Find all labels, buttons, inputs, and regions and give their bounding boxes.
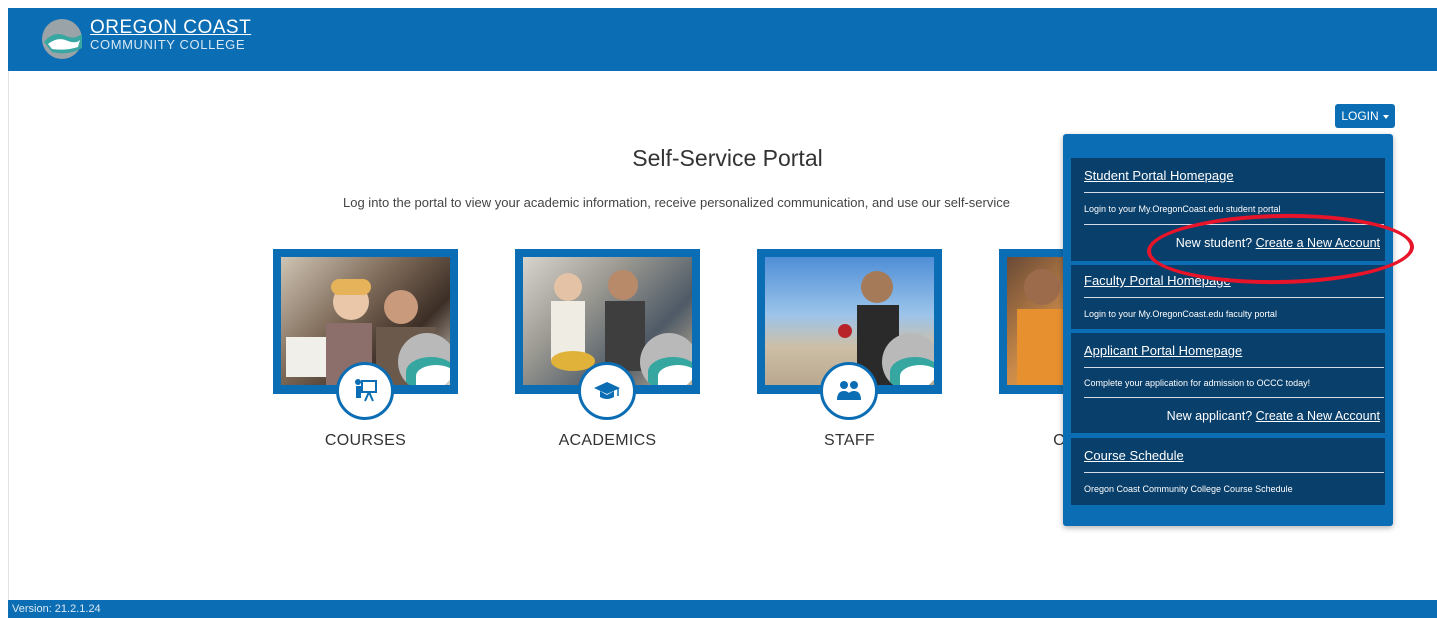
staff-label[interactable]: STAFF [757, 432, 942, 450]
login-button[interactable]: LOGIN [1335, 104, 1395, 128]
student-portal-panel: Student Portal Homepage Login to your My… [1071, 158, 1385, 261]
left-divider [8, 71, 9, 600]
caret-down-icon [1382, 115, 1389, 119]
page-title: Self-Service Portal [632, 145, 823, 171]
new-applicant-prompt: New applicant? [1166, 409, 1253, 423]
faculty-portal-panel: Faculty Portal Homepage Login to your My… [1071, 265, 1385, 329]
student-portal-link[interactable]: Student Portal Homepage [1084, 168, 1234, 183]
divider [1084, 297, 1384, 298]
student-portal-description: Login to your My.OregonCoast.edu student… [1084, 204, 1281, 214]
graduation-cap-icon [578, 362, 636, 420]
logo-line-2: COMMUNITY COLLEGE [90, 37, 246, 52]
people-icon [820, 362, 878, 420]
divider [1084, 397, 1384, 398]
courses-label[interactable]: COURSES [273, 432, 458, 450]
college-name[interactable]: OREGON COAST COMMUNITY COLLEGE [90, 18, 251, 52]
presentation-icon [336, 362, 394, 420]
applicant-portal-panel: Applicant Portal Homepage Complete your … [1071, 333, 1385, 433]
course-schedule-link[interactable]: Course Schedule [1084, 448, 1184, 463]
faculty-portal-link[interactable]: Faculty Portal Homepage [1084, 273, 1231, 288]
applicant-portal-description: Complete your application for admission … [1084, 378, 1311, 388]
new-student-prompt: New student? [1175, 236, 1253, 250]
create-student-account-link[interactable]: Create a New Account [1256, 236, 1380, 250]
faculty-portal-description: Login to your My.OregonCoast.edu faculty… [1084, 309, 1277, 319]
header-bar: OREGON COAST COMMUNITY COLLEGE [8, 8, 1437, 71]
create-applicant-account-link[interactable]: Create a New Account [1256, 409, 1380, 423]
divider [1084, 472, 1384, 473]
page-subtitle: Log into the portal to view your academi… [343, 195, 1010, 210]
new-applicant-row: New applicant? Create a New Account [1167, 409, 1380, 423]
logo-swirl-icon [882, 333, 934, 385]
logo-swirl-icon [398, 333, 450, 385]
login-dropdown-menu: Student Portal Homepage Login to your My… [1063, 134, 1393, 526]
divider [1084, 367, 1384, 368]
college-logo-icon[interactable] [38, 18, 86, 60]
login-label: LOGIN [1341, 109, 1379, 123]
page: OREGON COAST COMMUNITY COLLEGE LOGIN Sel… [0, 0, 1437, 618]
course-schedule-panel: Course Schedule Oregon Coast Community C… [1071, 438, 1385, 505]
logo-line-1: OREGON COAST [90, 17, 252, 38]
applicant-portal-link[interactable]: Applicant Portal Homepage [1084, 343, 1242, 358]
course-schedule-description: Oregon Coast Community College Course Sc… [1084, 484, 1293, 494]
academics-label[interactable]: ACADEMICS [515, 432, 700, 450]
new-student-row: New student? Create a New Account [1176, 236, 1380, 250]
footer-bar: Version: 21.2.1.24 [8, 600, 1437, 618]
divider [1084, 192, 1384, 193]
logo-swirl-icon [640, 333, 692, 385]
divider [1084, 224, 1384, 225]
version-text: Version: 21.2.1.24 [12, 603, 101, 615]
